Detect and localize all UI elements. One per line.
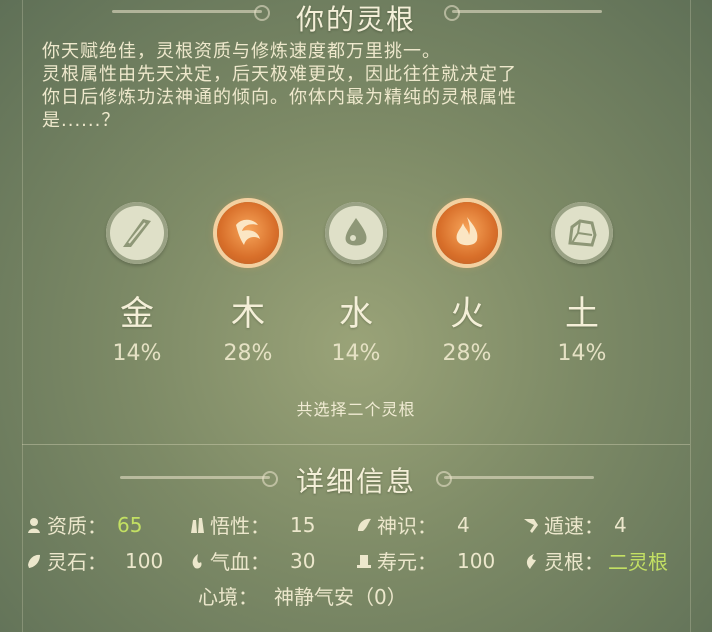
intro-line: 你日后修炼功法神通的倾向。你体内最为精纯的灵根属性	[42, 87, 517, 108]
stat-label: 神识：	[377, 514, 437, 538]
stat-qi-blood: 气血： 30	[188, 546, 315, 575]
root-option-fire[interactable]: 火 28%	[422, 202, 512, 366]
stat-value: 4	[457, 512, 470, 537]
root-percent: 14%	[331, 341, 381, 366]
selection-count-note: 共选择二个灵根	[296, 400, 416, 419]
stat-escape-speed: 遁速： 4	[522, 510, 627, 539]
stat-value: 二灵根	[608, 550, 668, 574]
details-title: 详细信息	[295, 465, 416, 498]
stat-value: 4	[614, 512, 627, 537]
intro-text: 你天赋绝佳，灵根资质与修炼速度都万里挑一。 灵根属性由先天决定，后天极难更改，因…	[42, 40, 682, 132]
root-option-earth[interactable]: 土 14%	[537, 202, 627, 366]
stat-label: 遁速：	[544, 514, 604, 538]
root-label: 火	[450, 294, 484, 334]
stat-value: 65	[117, 512, 143, 537]
spirit-root-icon	[526, 553, 536, 569]
frame-right	[690, 0, 691, 632]
comprehension-icon	[191, 517, 204, 533]
metal-icon	[123, 219, 151, 247]
spirit-stone-icon	[28, 554, 40, 568]
stat-comprehension: 悟性： 15	[188, 510, 315, 539]
earth-icon	[568, 219, 597, 247]
root-option-wood[interactable]: 木 28%	[203, 202, 293, 366]
stat-value: 神静气安（0）	[274, 585, 407, 609]
root-percent: 14%	[557, 341, 607, 366]
earth-orb	[551, 202, 613, 264]
metal-orb	[106, 202, 168, 264]
stat-label: 气血：	[210, 550, 270, 574]
stat-label: 资质：	[47, 514, 107, 538]
wood-icon	[236, 219, 260, 245]
stat-spirit-root: 灵根： 二灵根	[522, 546, 668, 575]
root-percent: 28%	[223, 341, 273, 366]
stat-value: 100	[457, 548, 496, 573]
stat-spirit-stones: 灵石： 100	[25, 546, 163, 575]
intro-line: 你天赋绝佳，灵根资质与修炼速度都万里挑一。	[42, 41, 441, 62]
stat-value: 15	[290, 512, 316, 537]
stat-value: 30	[290, 548, 316, 573]
stat-spirit-sense: 神识： 4	[355, 510, 470, 539]
fire-orb	[436, 202, 498, 264]
fire-icon	[456, 217, 478, 246]
stat-label: 灵石：	[47, 550, 107, 574]
divider	[22, 444, 690, 445]
water-icon	[345, 218, 367, 246]
root-option-metal[interactable]: 金 14%	[92, 202, 182, 366]
root-label: 土	[565, 294, 599, 334]
frame-left	[22, 0, 23, 632]
root-percent: 28%	[442, 341, 492, 366]
root-option-water[interactable]: 水 14%	[311, 202, 401, 366]
lifespan-icon	[357, 554, 371, 568]
aptitude-icon	[28, 517, 40, 533]
intro-line: 是......？	[42, 110, 121, 131]
stat-label: 心境：	[198, 585, 258, 609]
wood-orb	[217, 202, 279, 264]
root-percent: 14%	[112, 341, 162, 366]
root-label: 木	[231, 294, 265, 334]
stat-lifespan: 寿元： 100	[355, 546, 495, 575]
stat-mind-state: 心境： 神静气安（0）	[190, 581, 407, 610]
stat-label: 灵根：	[544, 550, 604, 574]
stat-label: 寿元：	[377, 550, 437, 574]
root-label: 水	[339, 294, 373, 334]
escape-speed-icon	[524, 518, 538, 533]
page-title: 你的灵根	[295, 3, 416, 36]
water-orb	[325, 202, 387, 264]
intro-line: 灵根属性由先天决定，后天极难更改，因此往往就决定了	[42, 64, 517, 85]
stat-aptitude: 资质： 65	[25, 510, 142, 539]
qi-blood-icon	[192, 553, 202, 569]
stat-value: 100	[125, 548, 164, 573]
stat-label: 悟性：	[210, 514, 270, 538]
root-label: 金	[120, 294, 154, 334]
spirit-sense-icon	[358, 518, 371, 531]
